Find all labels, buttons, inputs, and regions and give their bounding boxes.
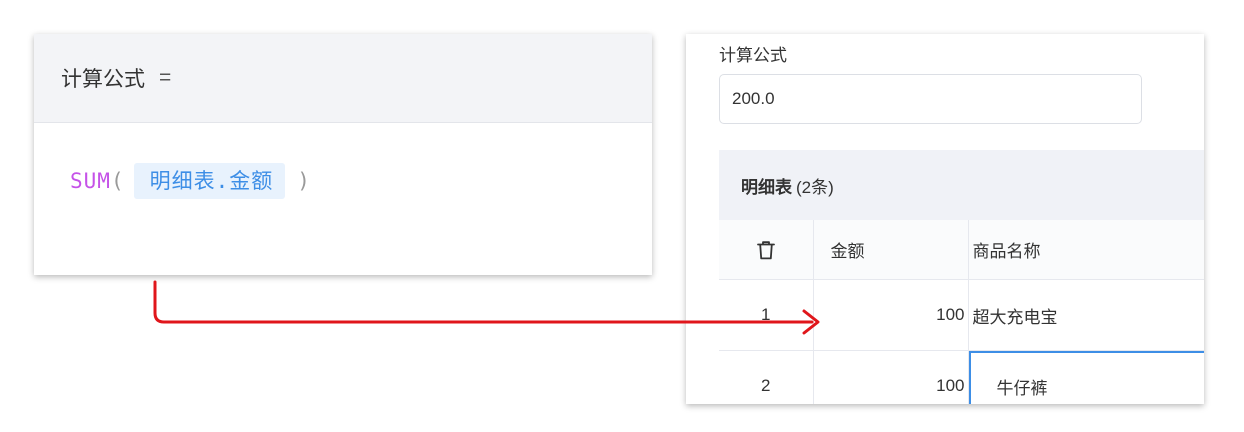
formula-header: 计算公式 = xyxy=(34,34,652,123)
equals-sign: = xyxy=(159,66,172,89)
table-row: 2 100 牛仔裤 xyxy=(719,350,1204,404)
close-paren: ) xyxy=(297,169,310,193)
formula-field-name: 计算公式 xyxy=(61,68,145,91)
delete-column-header[interactable] xyxy=(719,220,814,280)
formula-editor-card: 计算公式 = SUM ( 明细表.金额 ) xyxy=(34,34,652,275)
formula-value: 200.0 xyxy=(732,89,775,108)
column-header-amount: 金额 xyxy=(813,220,969,280)
subtable-title: 明细表 xyxy=(741,177,792,197)
subtable-grid: 金额 商品名称 1 100 超大充电宝 2 100 牛仔裤 xyxy=(719,220,1204,404)
formula-field-label: 计算公式 xyxy=(719,46,787,65)
form-panel: 计算公式 200.0 明细表 (2条) 金额 商品名称 1 100 超大充电宝 … xyxy=(686,34,1204,404)
product-cell-active[interactable]: 牛仔裤 xyxy=(968,350,1204,404)
function-name: SUM xyxy=(70,169,111,193)
trash-icon[interactable] xyxy=(756,240,775,260)
formula-value-field[interactable]: 200.0 xyxy=(719,74,1142,124)
row-index: 1 xyxy=(719,279,814,351)
row-index: 2 xyxy=(719,350,814,404)
subtable-count: (2条) xyxy=(796,177,834,197)
product-cell[interactable]: 超大充电宝 xyxy=(968,279,1204,351)
detail-subtable: 明细表 (2条) 金额 商品名称 1 100 超大充电宝 2 100 牛仔裤 xyxy=(719,150,1204,404)
subtable-header: 明细表 (2条) xyxy=(719,150,1204,220)
column-header-product: 商品名称 xyxy=(968,220,1204,280)
open-paren: ( xyxy=(110,169,124,193)
formula-expression[interactable]: SUM ( 明细表.金额 ) xyxy=(34,123,652,199)
column-header-row: 金额 商品名称 xyxy=(719,220,1204,280)
amount-cell[interactable]: 100 xyxy=(813,279,969,351)
field-reference-chip[interactable]: 明细表.金额 xyxy=(133,163,286,199)
amount-cell[interactable]: 100 xyxy=(813,350,969,404)
table-row: 1 100 超大充电宝 xyxy=(719,279,1204,351)
